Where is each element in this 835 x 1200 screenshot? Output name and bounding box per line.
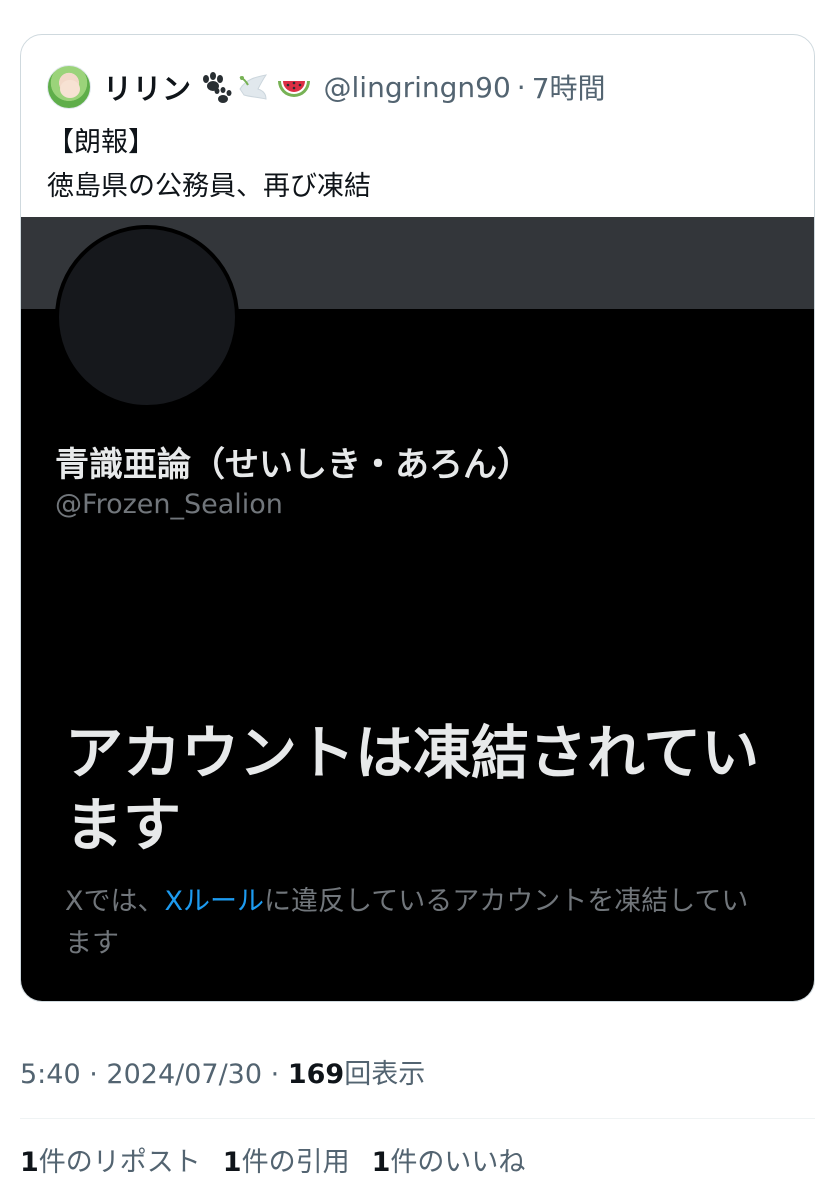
handle[interactable]: @lingringn90 [324,71,511,104]
post-time[interactable]: 5:40 [20,1059,81,1090]
x-rules-link[interactable]: Xルール [165,886,265,917]
reposts-label: 件のリポスト [38,1147,201,1178]
likes-stat[interactable]: 1件のいいね [372,1140,526,1179]
divider [20,1118,815,1119]
reposts-stat[interactable]: 1件のリポスト [20,1140,201,1179]
quotes-stat[interactable]: 1件の引用 [223,1140,350,1179]
quoted-post-text-line: 徳島県の公務員、再び凍結 [47,171,371,202]
profile-name: 青識亜論（せいしき・あろん） [55,445,531,485]
likes-label: 件のいいね [390,1147,526,1178]
suspended-description-prefix: Xでは、 [65,886,165,917]
quoted-post-text-line: 【朗報】 [47,127,155,158]
dove-icon [236,69,272,105]
views-count: 169 [287,1059,345,1090]
post-date[interactable]: 2024/07/30 [106,1059,262,1090]
quoted-post-card[interactable]: リリン @lingringn90 · 7時間 【朗報】 徳島県の公務員、再び凍結… [20,34,815,1002]
suspended-account-screenshot[interactable]: 青識亜論（せいしき・あろん） @Frozen_Sealion アカウントは凍結さ… [21,217,814,1001]
reposts-count: 1 [20,1147,39,1178]
profile-picture [55,225,239,409]
display-name[interactable]: リリン [103,66,192,108]
suspended-heading: アカウントは凍結されています [65,719,760,859]
profile-handle: @Frozen_Sealion [55,489,283,520]
quotes-label: 件の引用 [241,1147,350,1178]
suspended-description: Xでは、Xルールに違反しているアカウントを凍結しています [65,881,765,965]
engagement-stats: 1件のリポスト 1件の引用 1件のいいね [20,1140,525,1179]
separator-dot: · [516,70,526,104]
paw-prints-icon [196,69,232,105]
likes-count: 1 [371,1147,391,1178]
avatar[interactable] [47,65,91,109]
separator-dot: · [89,1059,98,1090]
post-metadata: 5:40 · 2024/07/30 · 169回表示 [20,1052,425,1091]
watermelon-icon [276,69,312,105]
quoted-post-text: 【朗報】 徳島県の公務員、再び凍結 [47,121,371,209]
quotes-count: 1 [222,1147,242,1178]
post-time[interactable]: 7時間 [532,67,606,107]
views-label: 回表示 [344,1059,426,1090]
separator-dot: · [270,1059,280,1090]
quoted-post-header: リリン @lingringn90 · 7時間 [47,65,606,109]
